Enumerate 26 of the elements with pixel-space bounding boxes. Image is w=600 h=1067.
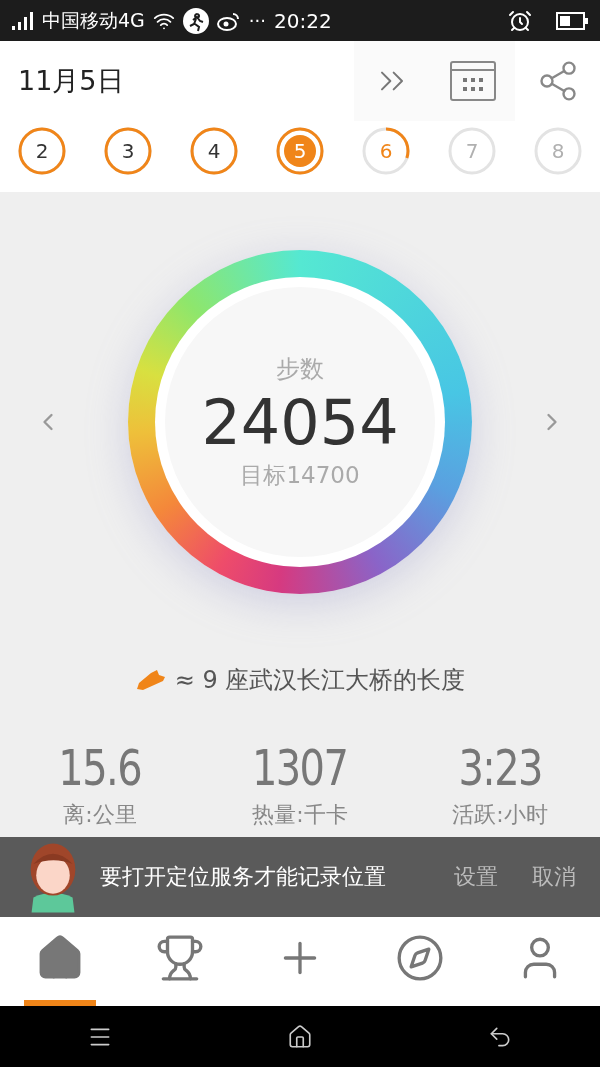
toast-action[interactable]: 设置 [454, 860, 498, 894]
more-notifications: ··· [248, 9, 266, 34]
stat-label: 热量:千卡 [252, 800, 348, 829]
runner-icon [182, 7, 209, 34]
calendar-icon [449, 61, 496, 102]
signal-icon [12, 11, 34, 30]
stat-label: 离:公里 [63, 800, 137, 829]
toast-action[interactable]: 取消 [532, 860, 576, 894]
calendar-button[interactable] [430, 41, 515, 122]
carrier-text: 中国移动4G [42, 8, 145, 34]
toast-message: 要打开定位服务才能记录位置 [100, 863, 386, 892]
steps-label: 步数 [276, 353, 324, 385]
stat-value: 1307 [252, 737, 348, 798]
date-title: 11月5日 [18, 64, 124, 99]
alarm-icon [508, 8, 532, 33]
stat-label: 活跃:小时 [452, 800, 548, 829]
steps-goal: 目标14700 [240, 461, 360, 491]
stat-value: 15.6 [58, 737, 142, 798]
shoe-icon [134, 668, 167, 691]
stat-value: 3:23 [458, 737, 542, 798]
battery-icon [556, 11, 588, 30]
distance-comparison: ≈ 9 座武汉长江大桥的长度 [174, 664, 466, 696]
steps-value: 24054 [201, 386, 399, 459]
home-icon [287, 1023, 313, 1050]
trophy-icon [155, 933, 205, 984]
clock-time: 20:22 [274, 7, 332, 35]
